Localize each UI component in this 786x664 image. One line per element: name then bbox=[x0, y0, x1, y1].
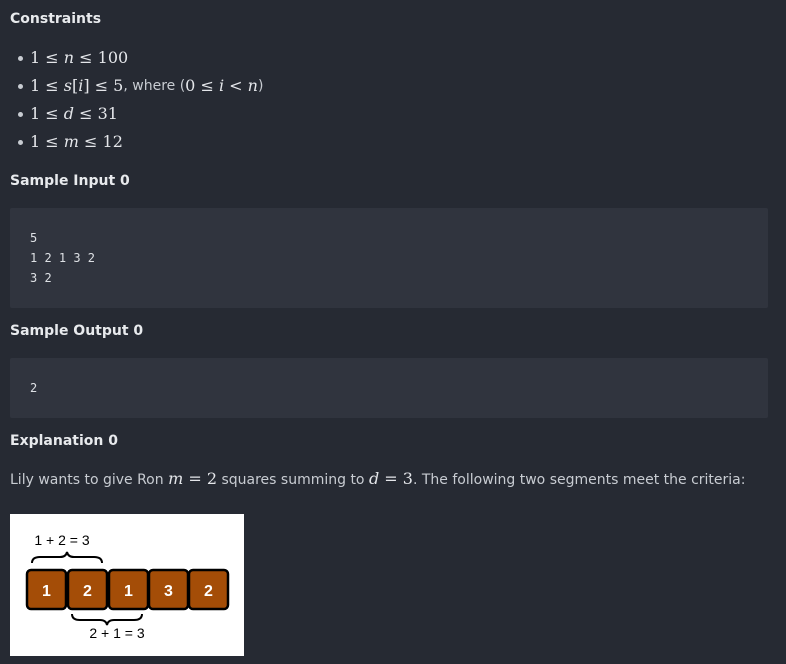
square-1-label: 1 bbox=[42, 583, 51, 600]
constraint-text: ) bbox=[257, 78, 264, 94]
bullet-icon bbox=[18, 55, 23, 61]
explanation-text: Lily wants to give Ron m = 2 squares sum… bbox=[10, 469, 746, 488]
constraint-text: , where ( bbox=[123, 78, 186, 94]
bottom-sum-label: 2 + 1 = 3 bbox=[89, 625, 144, 641]
constraint-math: 0 ≤ i < n bbox=[185, 76, 258, 95]
code-line: 3 2 bbox=[30, 271, 52, 285]
bullet-icon bbox=[18, 139, 23, 145]
code-line: 1 2 1 3 2 bbox=[30, 251, 96, 265]
square-4-label: 3 bbox=[164, 583, 173, 600]
square-2-label: 2 bbox=[83, 583, 92, 600]
code-line: 5 bbox=[30, 231, 38, 245]
constraint-math: 1 ≤ m ≤ 12 bbox=[30, 132, 123, 151]
constraint-math: 1 ≤ s[i] ≤ 5 bbox=[30, 76, 124, 95]
constraints-list: 1 ≤ n ≤ 100 1 ≤ s[i] ≤ 5, where (0 ≤ i <… bbox=[10, 44, 263, 156]
top-sum-label: 1 + 2 = 3 bbox=[34, 532, 89, 548]
explanation-heading: Explanation 0 bbox=[10, 433, 118, 449]
constraint-item: 1 ≤ m ≤ 12 bbox=[10, 128, 263, 156]
segments-diagram: 1 + 2 = 3 1 2 1 3 2 2 + 1 = 3 bbox=[25, 532, 230, 641]
bullet-icon bbox=[18, 111, 23, 117]
bottom-brace bbox=[71, 613, 143, 626]
constraint-math: 1 ≤ d ≤ 31 bbox=[30, 104, 118, 123]
sample-output-code[interactable]: 2 bbox=[10, 358, 768, 418]
square-5-label: 2 bbox=[204, 583, 213, 600]
constraint-item: 1 ≤ s[i] ≤ 5, where (0 ≤ i < n) bbox=[10, 72, 263, 100]
square-row: 1 2 1 3 2 bbox=[25, 568, 230, 611]
sample-input-heading: Sample Input 0 bbox=[10, 173, 130, 189]
sample-output-heading: Sample Output 0 bbox=[10, 323, 144, 339]
constraint-item: 1 ≤ n ≤ 100 bbox=[10, 44, 263, 72]
square-3-label: 1 bbox=[124, 583, 133, 600]
constraints-heading: Constraints bbox=[10, 11, 102, 27]
top-brace bbox=[31, 551, 103, 564]
constraint-math: 1 ≤ n ≤ 100 bbox=[30, 48, 129, 67]
bullet-icon bbox=[18, 83, 23, 89]
code-line: 2 bbox=[30, 381, 38, 395]
sample-input-code[interactable]: 5 1 2 1 3 2 3 2 bbox=[10, 208, 768, 308]
constraint-item: 1 ≤ d ≤ 31 bbox=[10, 100, 263, 128]
explanation-figure: 1 + 2 = 3 1 2 1 3 2 2 + 1 = 3 bbox=[10, 514, 244, 656]
